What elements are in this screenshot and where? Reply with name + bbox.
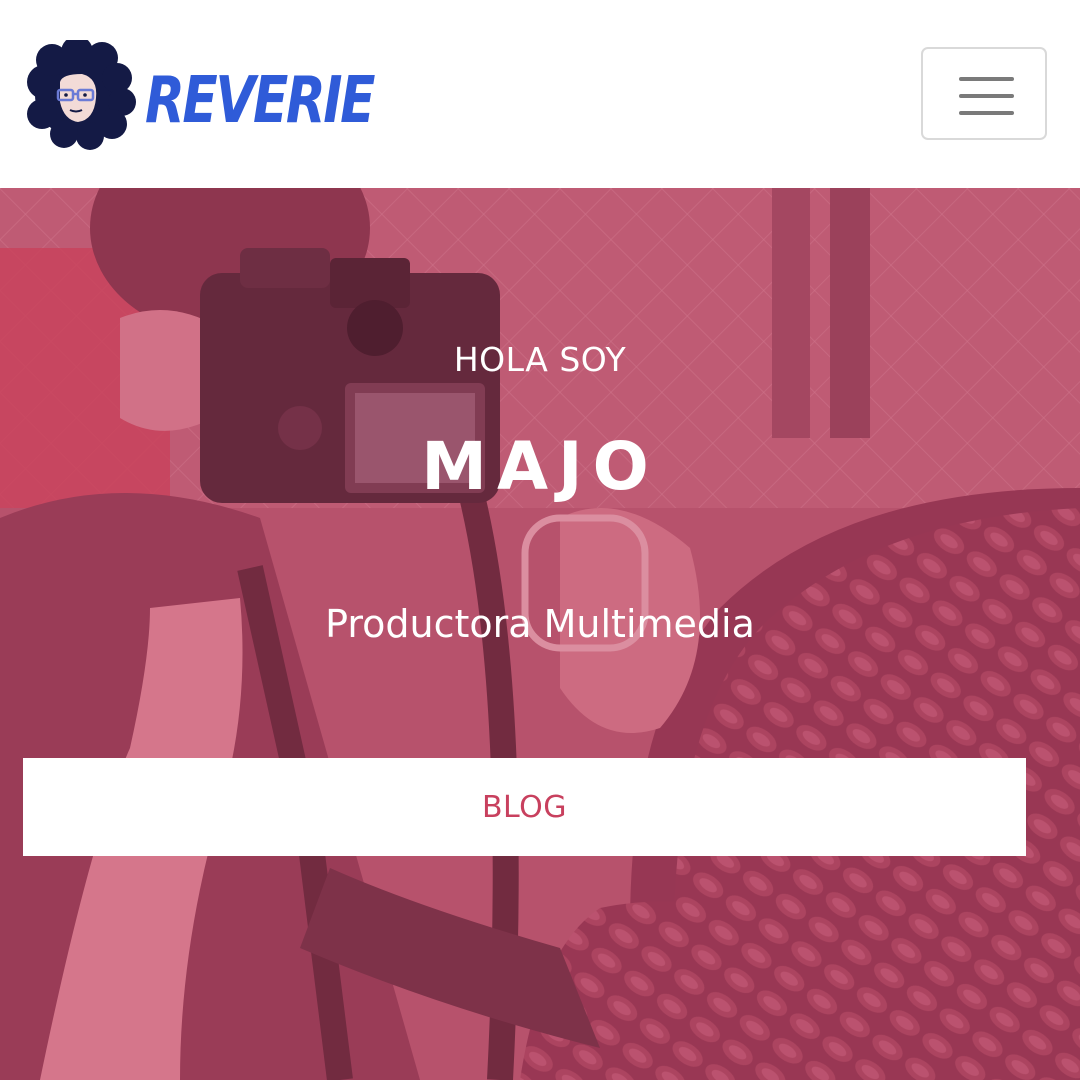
hero-name: MAJO bbox=[421, 428, 659, 505]
hamburger-menu-icon bbox=[959, 77, 1014, 81]
hamburger-menu-bar bbox=[959, 111, 1014, 115]
site-header: REVERIE bbox=[0, 0, 1080, 188]
hamburger-menu-bar bbox=[959, 94, 1014, 98]
blog-button[interactable]: BLOG bbox=[23, 758, 1026, 856]
menu-toggle-button[interactable] bbox=[921, 47, 1047, 140]
hero-role: Productora Multimedia bbox=[325, 602, 755, 646]
svg-text:REVERIE: REVERIE bbox=[145, 64, 375, 138]
hero-greeting: HOLA SOY bbox=[453, 340, 627, 379]
reverie-logo[interactable]: REVERIE bbox=[22, 40, 382, 150]
hero-section: HOLA SOY MAJO Productora Multimedia BLOG bbox=[0, 188, 1080, 1080]
